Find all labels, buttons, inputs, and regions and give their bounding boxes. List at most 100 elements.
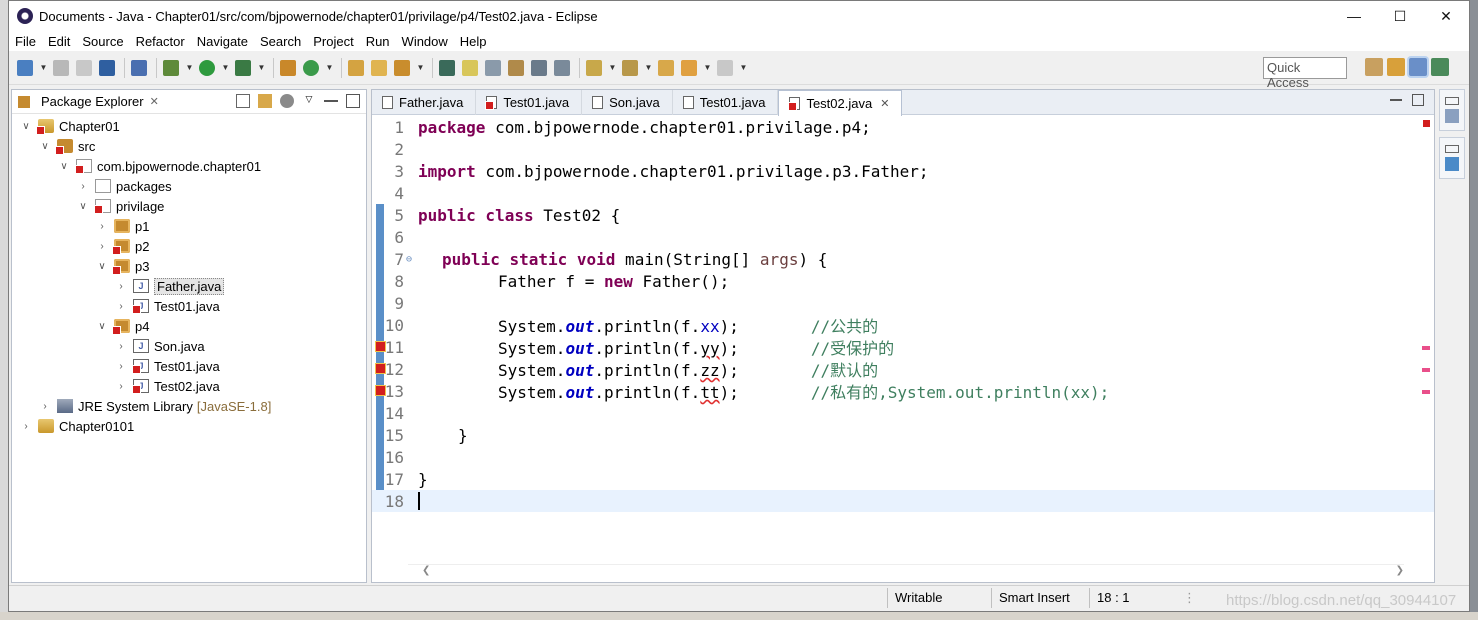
- word-wrap-icon[interactable]: [508, 59, 524, 76]
- chevron-right-icon[interactable]: ›: [115, 281, 127, 292]
- mark-occurrences-icon[interactable]: [462, 59, 478, 76]
- new-package-icon[interactable]: [280, 59, 296, 76]
- chevron-down-icon[interactable]: ▼: [40, 60, 48, 76]
- tree-item-com-bjpowernode-chapter01[interactable]: ∨ com.bjpowernode.chapter01: [58, 156, 261, 176]
- block-selection-icon[interactable]: [485, 59, 501, 76]
- minimize-editor-icon[interactable]: [1390, 94, 1402, 101]
- tree-item-chapter01[interactable]: ∨ Chapter01: [20, 116, 120, 136]
- pilcrow-icon[interactable]: [554, 59, 570, 76]
- scroll-left-icon[interactable]: ❮: [422, 565, 430, 576]
- overview-error-marker[interactable]: [1422, 346, 1430, 350]
- menu-run[interactable]: Run: [366, 34, 390, 49]
- terminal-icon[interactable]: [99, 59, 115, 76]
- chevron-right-icon[interactable]: ›: [20, 421, 32, 432]
- error-marker-icon[interactable]: [375, 341, 386, 352]
- close-tab-icon[interactable]: ✕: [880, 97, 889, 110]
- chevron-down-icon[interactable]: ▼: [326, 60, 334, 76]
- chevron-right-icon[interactable]: ›: [39, 401, 51, 412]
- chevron-down-icon[interactable]: ∨: [96, 261, 108, 272]
- tree-item-p3[interactable]: ∨ p3: [96, 256, 149, 276]
- tree-item-packages[interactable]: › packages: [77, 176, 171, 196]
- menu-help[interactable]: Help: [460, 34, 487, 49]
- restore-icon[interactable]: [1445, 97, 1459, 105]
- tree-item-test01-java[interactable]: › J Test01.java: [115, 356, 220, 376]
- run-icon[interactable]: [199, 59, 215, 76]
- tree-item-p4[interactable]: ∨ p4: [96, 316, 149, 336]
- minimize-button[interactable]: —: [1331, 1, 1377, 31]
- skip-breakpoints-icon[interactable]: [131, 59, 147, 76]
- coverage-icon[interactable]: [235, 59, 251, 76]
- restore-icon[interactable]: [1445, 145, 1459, 153]
- maximize-view-icon[interactable]: [346, 94, 360, 108]
- chevron-down-icon[interactable]: ▼: [704, 60, 712, 76]
- new-icon[interactable]: [17, 59, 33, 76]
- new-class-icon[interactable]: [303, 59, 319, 76]
- java-perspective-icon[interactable]: [1409, 58, 1427, 76]
- chevron-down-icon[interactable]: ▼: [645, 60, 653, 76]
- annotation-icon[interactable]: [439, 59, 455, 76]
- java-ee-perspective-icon[interactable]: [1387, 58, 1405, 76]
- tab-father-java[interactable]: Father.java: [372, 90, 477, 115]
- tree-item-son-java[interactable]: › J Son.java: [115, 336, 204, 356]
- chevron-down-icon[interactable]: ▼: [222, 60, 230, 76]
- open-folder-icon[interactable]: [371, 59, 387, 76]
- close-view-icon[interactable]: ✕: [150, 95, 159, 108]
- chevron-right-icon[interactable]: ›: [115, 361, 127, 372]
- tab-test01-java[interactable]: Test01.java: [476, 90, 583, 115]
- next-annotation-icon[interactable]: [586, 59, 602, 76]
- menu-project[interactable]: Project: [313, 34, 353, 49]
- last-edit-location-icon[interactable]: [658, 59, 674, 76]
- error-marker-icon[interactable]: [375, 385, 386, 396]
- chevron-right-icon[interactable]: ›: [96, 221, 108, 232]
- chevron-down-icon[interactable]: ▼: [417, 60, 425, 76]
- chevron-down-icon[interactable]: ∨: [39, 141, 51, 152]
- tab-son-java[interactable]: Son.java: [582, 90, 673, 115]
- back-icon[interactable]: [681, 59, 697, 76]
- tree-item-jre-system-library[interactable]: › JRE System Library [JavaSE-1.8]: [39, 396, 271, 416]
- menu-search[interactable]: Search: [260, 34, 301, 49]
- chevron-right-icon[interactable]: ›: [77, 181, 89, 192]
- chevron-down-icon[interactable]: ∨: [58, 161, 70, 172]
- tree-item-src[interactable]: ∨ src: [39, 136, 95, 156]
- chevron-down-icon[interactable]: ▼: [609, 60, 617, 76]
- forward-icon[interactable]: [717, 59, 733, 76]
- chevron-down-icon[interactable]: ∨: [20, 121, 32, 132]
- tab-test02-java[interactable]: Test02.java ✕: [778, 90, 903, 116]
- outline-icon[interactable]: [1445, 157, 1459, 171]
- maximize-button[interactable]: ☐: [1377, 1, 1423, 31]
- tree-item-test01-java[interactable]: › J Test01.java: [115, 296, 220, 316]
- focus-icon[interactable]: [280, 94, 294, 108]
- view-menu-icon[interactable]: ▽: [302, 94, 316, 108]
- debug-icon[interactable]: [163, 59, 179, 76]
- scroll-right-icon[interactable]: ❯: [1396, 565, 1404, 576]
- save-icon[interactable]: [53, 59, 69, 76]
- show-whitespace-icon[interactable]: [531, 59, 547, 76]
- open-perspective-icon[interactable]: [1365, 58, 1383, 76]
- tab-test01-java[interactable]: Test01.java: [673, 90, 779, 115]
- task-list-icon[interactable]: [1445, 109, 1459, 123]
- quick-access-field[interactable]: Quick Access: [1263, 57, 1347, 90]
- overview-error-marker[interactable]: [1422, 368, 1430, 372]
- menu-window[interactable]: Window: [402, 34, 448, 49]
- chevron-right-icon[interactable]: ›: [115, 301, 127, 312]
- menu-refactor[interactable]: Refactor: [136, 34, 185, 49]
- tree-item-chapter0101[interactable]: › Chapter0101: [20, 416, 134, 436]
- tree-item-privilage[interactable]: ∨ privilage: [77, 196, 164, 216]
- menu-file[interactable]: File: [15, 34, 36, 49]
- tree-item-p2[interactable]: › p2: [96, 236, 149, 256]
- maximize-editor-icon[interactable]: [1412, 94, 1424, 106]
- tree-item-p1[interactable]: › p1: [96, 216, 149, 236]
- link-with-editor-icon[interactable]: [258, 94, 272, 108]
- menu-edit[interactable]: Edit: [48, 34, 70, 49]
- chevron-down-icon[interactable]: ∨: [77, 201, 89, 212]
- menu-navigate[interactable]: Navigate: [197, 34, 248, 49]
- chevron-down-icon[interactable]: ∨: [96, 321, 108, 332]
- code-area[interactable]: 1 package com.bjpowernode.chapter01.privi…: [372, 116, 1434, 560]
- chevron-right-icon[interactable]: ›: [115, 341, 127, 352]
- collapse-all-icon[interactable]: [236, 94, 250, 108]
- chevron-right-icon[interactable]: ›: [115, 381, 127, 392]
- error-marker-icon[interactable]: [375, 363, 386, 374]
- search-icon[interactable]: [394, 59, 410, 76]
- tree-item-father-java[interactable]: › J Father.java: [115, 276, 225, 296]
- close-window-button[interactable]: ✕: [1423, 1, 1469, 31]
